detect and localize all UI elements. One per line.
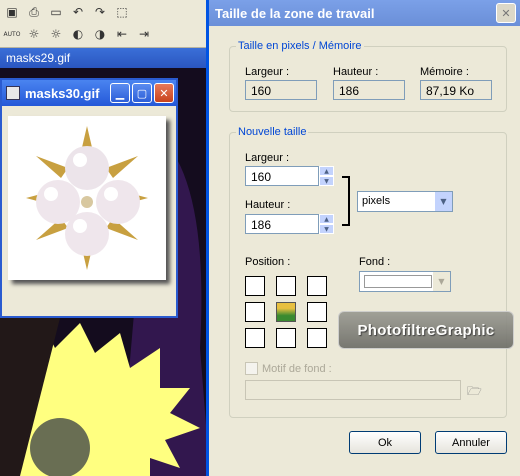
position-center[interactable] xyxy=(276,302,296,322)
position-bottom-left[interactable] xyxy=(245,328,265,348)
position-middle-right[interactable] xyxy=(307,302,327,322)
background-color-swatch xyxy=(364,275,432,288)
minimize-button[interactable]: ▁ xyxy=(110,83,130,103)
align-right-icon[interactable]: ⇥ xyxy=(134,24,154,44)
auto-label[interactable]: AUTO xyxy=(2,24,22,44)
background-label: Fond : xyxy=(359,256,391,268)
new-height-label: Hauteur : xyxy=(245,199,291,211)
eraser-icon[interactable]: ▭ xyxy=(46,2,66,22)
dialog-close-button[interactable]: ✕ xyxy=(496,3,516,23)
new-width-input[interactable]: 160 xyxy=(245,166,319,186)
paint-bucket-icon[interactable]: ▣ xyxy=(2,2,22,22)
image-window[interactable]: masks30.gif ▁ ▢ ✕ xyxy=(0,78,178,318)
position-bottom-center[interactable] xyxy=(276,328,296,348)
current-height-field: 186 xyxy=(333,80,405,100)
chevron-up-icon[interactable]: ▲ xyxy=(319,214,334,224)
position-label: Position : xyxy=(245,256,291,268)
memory-field: 87,19 Ko xyxy=(420,80,492,100)
image-canvas[interactable] xyxy=(8,116,166,280)
new-width-spinner[interactable]: ▲ ▼ xyxy=(319,166,334,186)
pixel-size-legend: Taille en pixels / Mémoire xyxy=(238,40,362,52)
new-height-spinner[interactable]: ▲ ▼ xyxy=(319,214,334,234)
pearl-jewelry-image xyxy=(26,126,148,270)
background-color-select[interactable]: ▼ xyxy=(359,271,451,292)
image-icon xyxy=(6,86,20,100)
behind-window-title[interactable]: masks29.gif xyxy=(0,48,210,68)
position-bottom-right[interactable] xyxy=(307,328,327,348)
image-window-title: masks30.gif xyxy=(25,85,100,101)
chevron-down-icon[interactable]: ▼ xyxy=(319,224,334,234)
selection-icon[interactable]: ⬚ xyxy=(112,2,132,22)
undo-icon[interactable]: ↶ xyxy=(68,2,88,22)
contrast-minus-icon[interactable]: ◐ xyxy=(68,24,88,44)
current-height-label: Hauteur : xyxy=(333,66,379,78)
pattern-checkbox-label: Motif de fond : xyxy=(262,362,332,375)
chevron-down-icon[interactable]: ▼ xyxy=(435,192,452,211)
new-width-label: Largeur : xyxy=(245,152,290,164)
contrast-plus-icon[interactable]: ◑ xyxy=(90,24,110,44)
brightness-icon[interactable]: ☼ xyxy=(24,24,44,44)
chevron-down-icon[interactable]: ▼ xyxy=(433,272,450,291)
cancel-button[interactable]: Annuler xyxy=(435,431,507,454)
ok-button[interactable]: Ok xyxy=(349,431,421,454)
pattern-path-field[interactable] xyxy=(245,380,461,400)
pattern-checkbox[interactable]: Motif de fond : xyxy=(245,362,332,375)
close-button[interactable]: ✕ xyxy=(154,83,174,103)
size-link-bracket xyxy=(342,176,350,226)
unit-select[interactable]: pixels ▼ xyxy=(357,191,453,212)
unit-select-value: pixels xyxy=(362,195,391,207)
position-grid[interactable] xyxy=(245,276,327,348)
position-top-right[interactable] xyxy=(307,276,327,296)
new-size-legend: Nouvelle taille xyxy=(238,126,307,138)
chevron-up-icon[interactable]: ▲ xyxy=(319,166,334,176)
brightness-plus-icon[interactable]: ☼ xyxy=(46,24,66,44)
current-width-label: Largeur : xyxy=(245,66,290,78)
folder-open-icon[interactable]: 🗁 xyxy=(467,382,483,398)
memory-label: Mémoire : xyxy=(420,66,469,78)
redo-icon[interactable]: ↷ xyxy=(90,2,110,22)
pattern-checkbox-box[interactable] xyxy=(245,362,258,375)
chevron-down-icon[interactable]: ▼ xyxy=(319,176,334,186)
current-width-field: 160 xyxy=(245,80,317,100)
position-middle-left[interactable] xyxy=(245,302,265,322)
maximize-button[interactable]: ▢ xyxy=(132,83,152,103)
dialog-title: Taille de la zone de travail xyxy=(209,0,520,26)
position-top-left[interactable] xyxy=(245,276,265,296)
canvas-size-dialog: Taille de la zone de travail ✕ Taille en… xyxy=(206,0,520,476)
app-toolbar: ▣ ⎙ ▭ ↶ ↷ ⬚ AUTO ☼ ☼ ◐ ◑ ⇤ ⇥ xyxy=(0,0,210,48)
watermark: PhotofiltreGraphic xyxy=(338,311,514,349)
printer-icon[interactable]: ⎙ xyxy=(24,2,44,22)
new-height-input[interactable]: 186 xyxy=(245,214,319,234)
align-left-icon[interactable]: ⇤ xyxy=(112,24,132,44)
position-top-center[interactable] xyxy=(276,276,296,296)
